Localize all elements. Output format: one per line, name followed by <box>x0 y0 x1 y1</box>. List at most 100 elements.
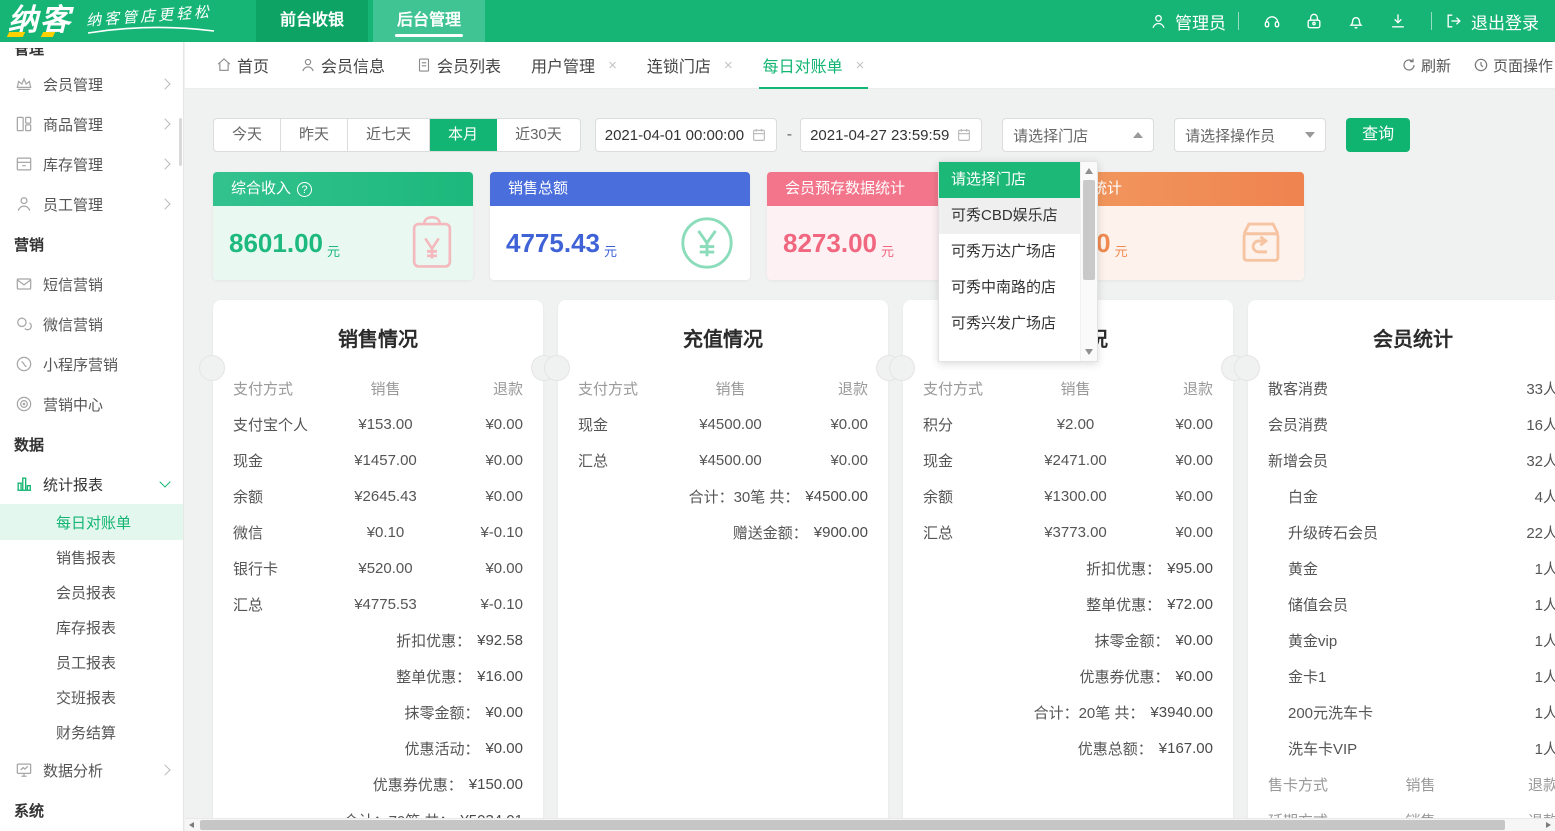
sidebar-item-wechat-marketing[interactable]: 微信营销 <box>0 304 183 344</box>
sidebar-subitem-staff-report[interactable]: 员工报表 <box>0 645 183 680</box>
quick-last7[interactable]: 近七天 <box>348 119 430 151</box>
quick-today[interactable]: 今天 <box>214 119 281 151</box>
panel-title: 会员统计 <box>1248 328 1555 352</box>
sidebar-item-stats-report[interactable]: 统计报表 <box>0 464 183 504</box>
operator-select[interactable]: 请选择操作员 <box>1174 118 1326 152</box>
refresh-button[interactable]: 刷新 <box>1401 55 1451 76</box>
tab-user-manage[interactable]: 用户管理 × <box>531 42 617 89</box>
page-ops-button[interactable]: 页面操作 <box>1473 55 1553 76</box>
quick-yesterday[interactable]: 昨天 <box>281 119 348 151</box>
summary-row: 折扣优惠：¥92.58 <box>213 622 543 658</box>
dropdown-option-store[interactable]: 可秀兴发广场店 <box>939 306 1080 342</box>
page-ops-icon <box>1473 57 1489 73</box>
close-icon[interactable]: × <box>856 57 865 74</box>
date-end-input[interactable]: 2021-04-27 23:59:59 <box>800 118 982 152</box>
scroll-right-icon[interactable] <box>1546 822 1551 828</box>
summary-row: 优惠总额：¥167.00 <box>903 730 1233 766</box>
dropdown-option-placeholder[interactable]: 请选择门店 <box>939 162 1080 198</box>
user-icon <box>1149 12 1168 31</box>
dropdown-option-store[interactable]: 可秀中南路的店 <box>939 270 1080 306</box>
sidebar-item-miniapp-marketing[interactable]: 小程序营销 <box>0 344 183 384</box>
sidebar-scrollbar[interactable] <box>179 118 182 166</box>
lock-icon[interactable] <box>1304 11 1324 31</box>
sidebar-item-inventory-manage[interactable]: 库存管理 <box>0 144 183 184</box>
horizontal-scrollbar[interactable] <box>185 818 1555 831</box>
panel-notch <box>199 355 225 381</box>
range-separator: - <box>787 126 792 144</box>
help-icon[interactable]: ? <box>297 182 312 197</box>
summary-row: 整单优惠：¥16.00 <box>213 658 543 694</box>
tab-actions: 刷新 页面操作 <box>1401 55 1555 76</box>
close-icon[interactable]: × <box>608 57 617 74</box>
scroll-thumb[interactable] <box>1083 180 1095 280</box>
scroll-up-icon[interactable] <box>1085 168 1093 174</box>
sidebar-item-staff-manage[interactable]: 员工管理 <box>0 184 183 224</box>
summary-row: 抹零金额：¥0.00 <box>213 694 543 730</box>
table-row: 现金 ¥2471.00 ¥0.00 <box>903 442 1233 478</box>
consume-table: 支付方式 销售 退款 积分 ¥2.00 ¥0.00 现金 ¥2471.00 ¥0… <box>903 370 1233 766</box>
scroll-down-icon[interactable] <box>1085 349 1093 355</box>
goods-icon <box>14 114 34 134</box>
brand-logo: 纳客 纳客管店更轻松 <box>8 1 248 41</box>
sidebar-subitem-inventory-report[interactable]: 库存报表 <box>0 610 183 645</box>
logout-icon <box>1444 11 1464 31</box>
divider <box>1238 12 1239 30</box>
sidebar-subitem-shift-report[interactable]: 交班报表 <box>0 680 183 715</box>
table-header: 支付方式 销售 退款 <box>903 370 1233 406</box>
download-icon[interactable] <box>1388 11 1408 31</box>
inventory-icon <box>14 154 34 174</box>
panel-title: 销售情况 <box>213 328 543 352</box>
member-icon <box>299 56 317 74</box>
dropdown-option-store[interactable]: 可秀CBD娱乐店 <box>939 198 1080 234</box>
chevron-right-icon <box>159 118 170 129</box>
chevron-right-icon <box>159 198 170 209</box>
sidebar-item-member-manage[interactable]: 会员管理 <box>0 64 183 104</box>
close-icon[interactable]: × <box>724 57 733 74</box>
panel-sales: 销售情况 支付方式 销售 退款 支付宝个人 ¥153.00 ¥0.00 现金 ¥ <box>213 300 543 831</box>
search-button[interactable]: 查询 <box>1346 118 1410 152</box>
panel-recharge: 充值情况 支付方式 销售 退款 现金 ¥4500.00 ¥0.00 汇总 ¥45 <box>558 300 888 831</box>
sidebar-item-marketing-center[interactable]: 营销中心 <box>0 384 183 424</box>
logout-button[interactable]: 退出登录 <box>1444 9 1539 34</box>
summary-row: 整单优惠：¥72.00 <box>903 586 1233 622</box>
panel-consume: 消费情况 支付方式 销售 退款 积分 ¥2.00 ¥0.00 现金 ¥2471. <box>903 300 1233 831</box>
tab-member-info[interactable]: 会员信息 <box>299 42 385 89</box>
summary-row: 折扣优惠：¥95.00 <box>903 550 1233 586</box>
sidebar-subitem-member-report[interactable]: 会员报表 <box>0 575 183 610</box>
tab-daily-statement[interactable]: 每日对账单 × <box>763 42 865 89</box>
date-start-input[interactable]: 2021-04-01 00:00:00 <box>595 118 777 152</box>
bell-icon[interactable] <box>1346 11 1366 31</box>
target-icon <box>14 394 34 414</box>
nav-backend-manage[interactable]: 后台管理 <box>373 0 485 42</box>
table-row: 余额 ¥2645.43 ¥0.00 <box>213 478 543 514</box>
card-sale-header: 售卡方式 销售 退款 <box>1248 766 1555 802</box>
nav-front-cashier[interactable]: 前台收银 <box>256 0 368 42</box>
sms-icon <box>14 274 34 294</box>
store-select[interactable]: 请选择门店 <box>1002 118 1154 152</box>
current-user[interactable]: 管理员 <box>1149 9 1226 34</box>
sidebar-item-sms-marketing[interactable]: 短信营销 <box>0 264 183 304</box>
sidebar-item-data-analysis[interactable]: 数据分析 <box>0 750 183 790</box>
quick-last30[interactable]: 近30天 <box>497 119 580 151</box>
stat-row: 金卡11人 <box>1248 658 1555 694</box>
sidebar-subitem-sales-report[interactable]: 销售报表 <box>0 540 183 575</box>
dropdown-scrollbar[interactable] <box>1080 162 1097 361</box>
dropdown-option-store[interactable]: 可秀万达广场店 <box>939 234 1080 270</box>
scroll-left-icon[interactable] <box>189 822 194 828</box>
dropdown-option-store[interactable] <box>939 342 1080 361</box>
sidebar-subitem-daily-statement[interactable]: 每日对账单 <box>0 504 183 540</box>
tab-chain-stores[interactable]: 连锁门店 × <box>647 42 733 89</box>
sidebar-item-goods-manage[interactable]: 商品管理 <box>0 104 183 144</box>
scroll-thumb[interactable] <box>200 820 1505 830</box>
headset-icon[interactable] <box>1262 11 1282 31</box>
tab-member-list[interactable]: 会员列表 <box>415 42 501 89</box>
tab-home[interactable]: 首页 <box>215 42 269 89</box>
sidebar-section-data: 数据 <box>0 424 183 464</box>
circle-yen-icon <box>678 214 736 272</box>
table-header: 支付方式 销售 退款 <box>558 370 888 406</box>
arrow-down-icon <box>1305 132 1315 138</box>
card-value: 8273.00 <box>783 228 877 259</box>
sidebar-subitem-finance-settle[interactable]: 财务结算 <box>0 715 183 750</box>
quick-this-month[interactable]: 本月 <box>430 119 497 151</box>
recharge-table: 支付方式 销售 退款 现金 ¥4500.00 ¥0.00 汇总 ¥4500.00… <box>558 370 888 550</box>
